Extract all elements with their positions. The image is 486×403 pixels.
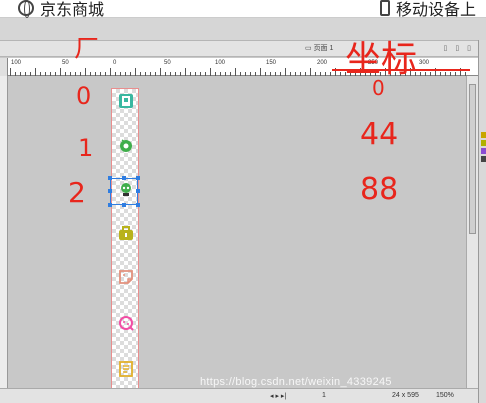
resize-handle[interactable] (136, 176, 140, 180)
vertical-scrollbar[interactable] (466, 76, 478, 388)
mobile-device-link[interactable]: 移动设备上 (380, 0, 476, 20)
doc-icon (119, 361, 133, 377)
ruler-label: 0 (113, 60, 117, 66)
ruler-tick (160, 68, 161, 76)
ruler-tick (260, 68, 261, 76)
jd-link[interactable]: 京东商城 (18, 0, 104, 20)
annotation-value-0: 0 (372, 76, 385, 100)
annotation-zero: 0 (76, 82, 92, 110)
bag-icon (119, 226, 133, 240)
ruler-tick (85, 68, 86, 76)
sprite-image[interactable] (111, 88, 139, 403)
image-size: 24 x 595 (392, 392, 419, 399)
ruler-tick (310, 68, 311, 76)
resize-handle[interactable] (108, 176, 112, 180)
jd-label: 京东商城 (40, 2, 105, 19)
annotation-value-44: 44 (360, 117, 399, 152)
ruler-label: 50 (164, 60, 171, 66)
cookie-icon (119, 316, 134, 331)
ruler-label: 50 (62, 60, 69, 66)
ruler-tick (285, 68, 286, 76)
zoom-level[interactable]: 150% (436, 392, 454, 399)
ruler-label: 150 (266, 60, 277, 66)
resize-handle[interactable] (122, 203, 126, 207)
color-swatch[interactable] (481, 148, 486, 154)
phone-icon (380, 0, 390, 16)
vertical-ruler (0, 76, 8, 403)
resize-handle[interactable] (108, 189, 112, 193)
mobile-label: 移动设备上 (396, 2, 477, 19)
page-tab[interactable]: 页面 1 (305, 43, 334, 53)
ruler-tick (235, 68, 236, 76)
ruler-tick (110, 68, 111, 76)
resize-handle[interactable] (136, 203, 140, 207)
ruler-label: 100 (11, 60, 22, 66)
globe-icon (18, 0, 34, 18)
watermark: https://blog.csdn.net/weixin_4339245 (200, 376, 392, 388)
ruler-tick (185, 68, 186, 76)
annotation-mark: ㄏ (74, 34, 101, 64)
resize-handle[interactable] (108, 203, 112, 207)
status-bar: ◂ ▸ ▸| 1 24 x 595 150% (0, 388, 478, 403)
ruler-tick (135, 68, 136, 76)
scroll-thumb[interactable] (469, 84, 476, 234)
color-swatch[interactable] (481, 140, 486, 146)
color-swatch[interactable] (481, 156, 486, 162)
page-number: 1 (322, 392, 326, 399)
page-nav[interactable]: ◂ ▸ ▸| (270, 392, 286, 400)
ruler-label: 200 (317, 60, 328, 66)
mobile-dot-icon (120, 139, 132, 152)
right-panel (478, 40, 486, 403)
ruler-label: 100 (215, 60, 226, 66)
color-swatch[interactable] (481, 132, 486, 138)
ruler-corner (0, 58, 8, 76)
annotation-value-88: 88 (360, 172, 399, 207)
note-icon (119, 270, 133, 284)
qr-icon (119, 94, 133, 108)
ruler-tick (10, 68, 11, 76)
resize-handle[interactable] (122, 176, 126, 180)
selection-box[interactable] (110, 178, 138, 205)
ruler-tick (35, 68, 36, 76)
annotation-one: 1 (78, 134, 94, 162)
annotation-underline (332, 69, 470, 71)
resize-handle[interactable] (136, 189, 140, 193)
ruler-tick (60, 68, 61, 76)
annotation-two: 2 (68, 176, 86, 209)
tab-actions[interactable]: ▯ ▯ ▯ (444, 44, 474, 52)
ruler-tick (210, 68, 211, 76)
top-bar: 京东商城 移动设备上 (0, 0, 486, 20)
